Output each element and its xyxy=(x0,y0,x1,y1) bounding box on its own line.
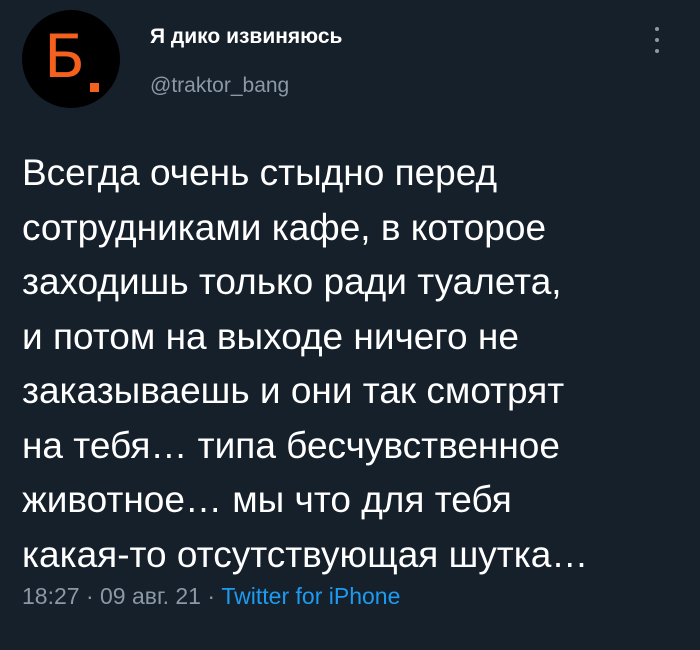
user-handle[interactable]: @traktor_bang xyxy=(150,74,289,98)
menu-dot xyxy=(655,38,659,42)
tweet-line: животное… мы что для тебя xyxy=(22,479,512,520)
tweet-line: Всегда очень стыдно перед xyxy=(22,152,498,193)
tweet-line: и потом на выходе ничего не xyxy=(22,315,519,357)
display-name[interactable]: Я дико извиняюсь xyxy=(150,25,342,49)
menu-dot xyxy=(655,49,659,53)
tweet-line: заказываешь и они так смотрят xyxy=(22,370,565,411)
avatar-dot xyxy=(90,83,99,92)
tweet-time[interactable]: 18:27 xyxy=(22,583,80,609)
tweet-line: заходишь только ради туалета, xyxy=(22,261,562,302)
menu-dot xyxy=(655,27,659,31)
tweet-line: на тебя… типа бесчувственное xyxy=(22,424,560,466)
meta-separator: · xyxy=(200,583,222,609)
tweet-card: Б Я дико извиняюсь @traktor_bang Всегда … xyxy=(0,0,700,650)
avatar[interactable]: Б xyxy=(22,10,120,108)
tweet-meta: 18:27 · 09 авг. 21 · Twitter for iPhone xyxy=(22,583,400,610)
tweet-line: сотрудниками кафе, в которое xyxy=(22,206,547,248)
more-vertical-icon[interactable] xyxy=(654,27,660,53)
tweet-date[interactable]: 09 авг. 21 xyxy=(100,583,201,609)
avatar-letter: Б xyxy=(44,22,86,92)
tweet-text: Всегда очень стыдно перед сотрудниками к… xyxy=(22,146,692,582)
tweet-source-link[interactable]: Twitter for iPhone xyxy=(221,583,400,609)
meta-separator: · xyxy=(79,583,101,609)
tweet-line: какая-то отсутствующая шутка… xyxy=(22,533,589,575)
